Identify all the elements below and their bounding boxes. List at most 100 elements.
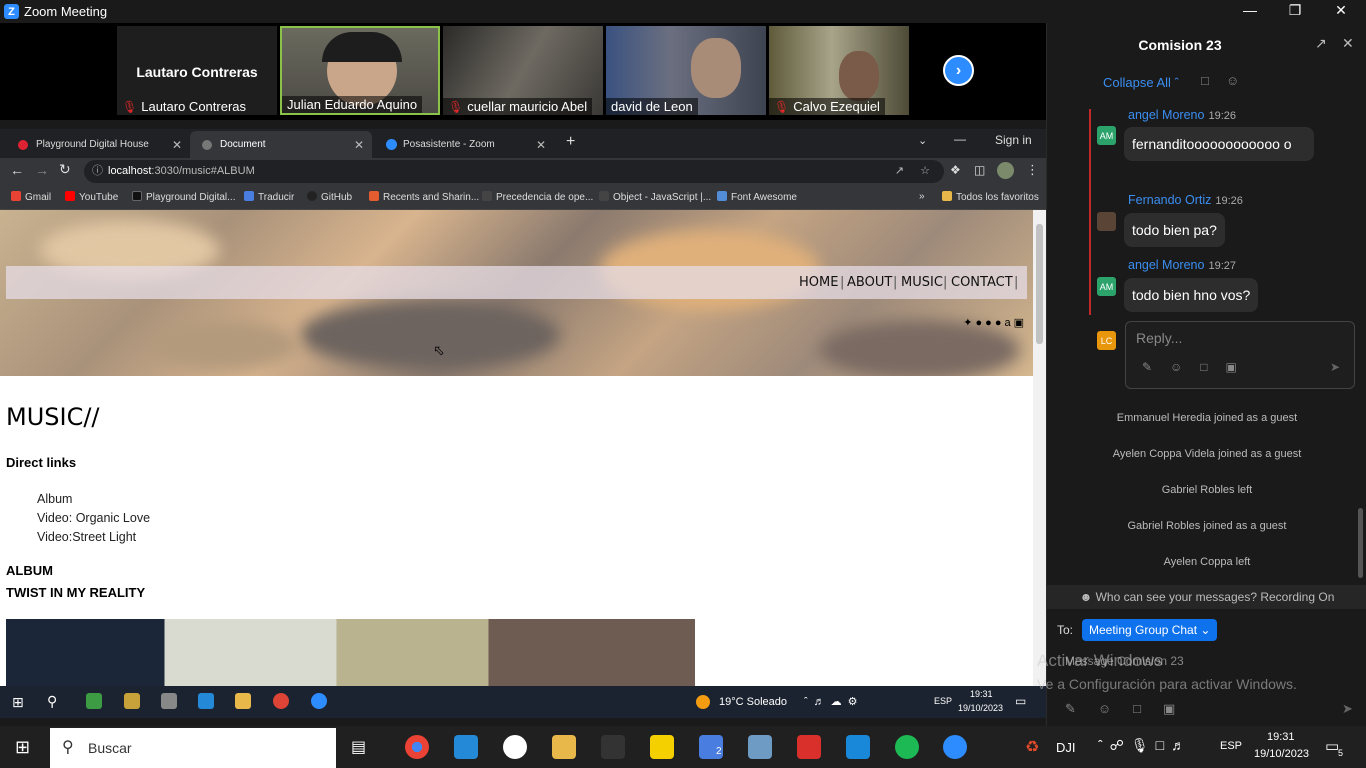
video-tile[interactable]: 🎙 Calvo Ezequiel <box>769 26 909 115</box>
nav-contact[interactable]: CONTACT <box>951 275 1013 290</box>
video-tile[interactable]: Julian Eduardo Aquino <box>280 26 440 115</box>
spotify-icon[interactable] <box>895 735 919 759</box>
collapse-all-button[interactable]: Collapse All ˆ <box>1103 75 1179 90</box>
more-bookmarks-icon[interactable]: » <box>919 191 925 202</box>
video-tile[interactable]: 🎙 cuellar mauricio Abel <box>443 26 603 115</box>
bookmark-item[interactable]: Traducir <box>244 191 294 203</box>
message-bubble[interactable]: todo bien pa? <box>1124 213 1225 247</box>
sidepanel-icon[interactable]: ◫ <box>974 163 985 177</box>
profile-avatar[interactable] <box>997 162 1014 179</box>
task-view-icon[interactable]: ▤ <box>351 737 366 757</box>
app-icon <box>86 693 102 709</box>
bookmarks-folder[interactable]: Todos los favoritos <box>942 191 1039 203</box>
close-tab-icon[interactable]: ✕ <box>354 138 364 152</box>
popout-icon[interactable]: ↗ <box>1315 35 1327 52</box>
forward-icon[interactable]: → <box>35 162 49 178</box>
hero-banner: HOME | ABOUT | MUSIC | CONTACT | ✦●●●a▣ <box>0 210 1033 376</box>
next-page-button[interactable]: › <box>943 55 974 86</box>
link-street-light[interactable]: Video:Street Light <box>37 528 150 547</box>
minimize-button[interactable]: — <box>1235 2 1265 18</box>
bookmark-star-icon[interactable]: ☆ <box>920 160 930 183</box>
bookmark-item[interactable]: Precedencia de ope... <box>482 191 593 203</box>
close-tab-icon[interactable]: ✕ <box>536 138 546 152</box>
amazon-icon[interactable]: a <box>1004 317 1013 329</box>
instagram-icon[interactable]: ▣ <box>1014 317 1027 329</box>
zoom-icon[interactable] <box>943 735 967 759</box>
video-tile[interactable]: david de Leon <box>606 26 766 115</box>
reload-icon[interactable]: ↻ <box>59 161 71 178</box>
taskbar-search[interactable]: ⚲ Buscar <box>50 728 336 768</box>
chrome-icon[interactable] <box>405 735 429 759</box>
site-nav: HOME | ABOUT | MUSIC | CONTACT | <box>6 266 1027 299</box>
bookmark-item[interactable]: Object - JavaScript |... <box>599 191 711 203</box>
visibility-note[interactable]: ☻ Who can see your messages? Recording O… <box>1047 585 1366 609</box>
tab-document[interactable]: Document ✕ <box>190 131 372 158</box>
vscode-icon[interactable] <box>454 735 478 759</box>
file-explorer-icon[interactable] <box>552 735 576 759</box>
nav-music[interactable]: MUSIC <box>901 275 943 290</box>
bookmark-item[interactable]: Font Awesome <box>717 191 797 203</box>
page-scrollbar[interactable] <box>1033 210 1046 686</box>
emoji-reaction-icon[interactable]: ☺ <box>1226 73 1239 88</box>
spotify-icon[interactable]: ● <box>985 317 995 329</box>
back-icon[interactable]: ← <box>10 162 24 178</box>
tray-lang: ESP <box>1220 740 1243 752</box>
message-bubble[interactable]: fernanditoooooooooooo o <box>1124 127 1314 161</box>
globe-icon <box>202 139 212 150</box>
tab-search-icon[interactable]: ⌄ <box>918 134 927 147</box>
link-album[interactable]: Album <box>37 490 150 509</box>
slack-icon[interactable] <box>503 735 527 759</box>
video-strip: Lautaro Contreras 🎙 Lautaro Contreras Jul… <box>0 23 1046 120</box>
bookmark-item[interactable]: Gmail <box>11 191 51 203</box>
photos-icon[interactable] <box>846 735 870 759</box>
weather-icon <box>696 695 710 709</box>
app-icon[interactable] <box>748 735 772 759</box>
chat-scrollbar[interactable] <box>1358 508 1363 578</box>
system-message: Gabriel Robles left <box>1161 484 1253 496</box>
tray-icons[interactable]: ˆ☍🎙□♬ <box>1098 737 1192 754</box>
video-tile-active-speaker[interactable]: Lautaro Contreras 🎙 Lautaro Contreras <box>117 26 277 115</box>
nav-home[interactable]: HOME <box>799 275 838 290</box>
album-label: ALBUM <box>6 563 53 578</box>
bookmark-item[interactable]: YouTube <box>65 191 118 203</box>
avatar: LC <box>1097 331 1116 350</box>
audio-app-icon[interactable] <box>601 735 625 759</box>
close-window-button[interactable]: ✕ <box>1326 2 1356 19</box>
pdf-icon[interactable] <box>797 735 821 759</box>
url-bar[interactable]: ⓘ localhost:3030/music#ALBUM ↗ ☆ <box>84 160 944 183</box>
activation-watermark-text: Ve a Configuración para activar Windows. <box>1037 676 1297 692</box>
reply-input[interactable]: Reply... ✎☺□▣ ➤ <box>1125 321 1355 389</box>
browser-sign-in[interactable]: Sign in <box>995 133 1032 147</box>
browser-minimize-button[interactable]: — <box>954 132 966 146</box>
share-icon[interactable]: ↗ <box>895 160 904 183</box>
tab-playground[interactable]: Playground Digital House ✕ <box>6 131 190 158</box>
recipient-dropdown[interactable]: Meeting Group Chat ⌄ <box>1082 619 1218 641</box>
close-chat-icon[interactable]: ✕ <box>1342 35 1354 52</box>
send-icon[interactable]: ➤ <box>1330 360 1340 374</box>
sticky-notes-icon[interactable] <box>650 735 674 759</box>
new-tab-button[interactable]: + <box>566 133 575 151</box>
nav-about[interactable]: ABOUT <box>847 275 892 290</box>
bookmark-item[interactable]: Recents and Sharin... <box>369 191 479 203</box>
windows-start-icon[interactable]: ⊞ <box>15 737 30 758</box>
close-tab-icon[interactable]: ✕ <box>172 138 182 152</box>
message-author: Fernando Ortiz 19:26 <box>1128 193 1243 207</box>
bookmark-item[interactable]: GitHub <box>307 191 352 203</box>
facebook-icon[interactable]: ● <box>976 317 986 329</box>
send-message-icon[interactable]: ➤ <box>1342 701 1353 717</box>
system-message: Emmanuel Heredia joined as a guest <box>1116 412 1298 424</box>
start-icon: ⊞ <box>12 694 24 710</box>
bookmark-item[interactable]: Playground Digital... <box>132 191 236 203</box>
tile-name-label: david de Leon <box>606 98 698 115</box>
search-icon: ⚲ <box>62 739 74 756</box>
reply-thread-icon[interactable]: □ <box>1201 73 1209 88</box>
mic-off-icon: 🎙 <box>122 100 138 114</box>
twitter-icon[interactable]: ✦ <box>963 317 975 329</box>
tab-posasistente[interactable]: Posasistente - Zoom ✕ <box>374 131 554 158</box>
extensions-icon[interactable]: ❖ <box>950 163 961 177</box>
menu-dots-icon[interactable]: ⋮ <box>1026 162 1039 178</box>
message-bubble[interactable]: todo bien hno vos? <box>1124 278 1259 312</box>
link-organic-love[interactable]: Video: Organic Love <box>37 509 150 528</box>
maximize-button[interactable]: ❐ <box>1280 2 1310 19</box>
chat-panel: Comision 23 ↗ ✕ Collapse All ˆ □ ☺ AM an… <box>1037 23 1366 726</box>
